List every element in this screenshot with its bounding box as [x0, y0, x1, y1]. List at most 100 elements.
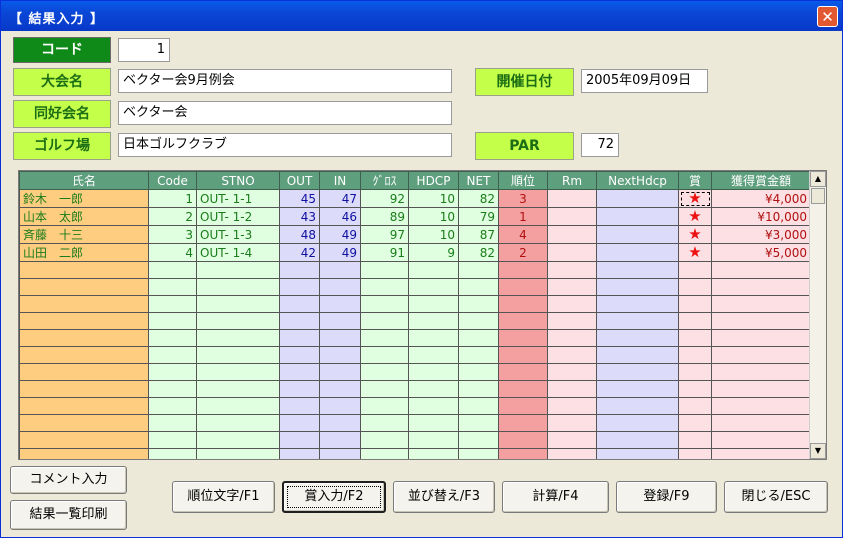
- empty-cell[interactable]: [498, 363, 548, 381]
- empty-cell[interactable]: [279, 329, 320, 347]
- empty-cell[interactable]: [148, 397, 197, 415]
- empty-table-row[interactable]: [19, 278, 811, 296]
- empty-cell[interactable]: [360, 346, 409, 364]
- empty-cell[interactable]: [596, 278, 679, 296]
- cell-net[interactable]: 87: [458, 225, 499, 244]
- empty-cell[interactable]: [360, 295, 409, 313]
- results-grid[interactable]: 氏名 Code STNO OUT IN ｸﾞﾛｽ HDCP NET 順位 Rm NextHdcp 賞獲…: [18, 170, 827, 460]
- empty-cell[interactable]: [19, 346, 149, 364]
- cell-name[interactable]: 山田 二郎: [19, 243, 149, 262]
- par-field[interactable]: 72: [581, 133, 619, 157]
- print-results-button[interactable]: 結果一覧印刷: [10, 500, 127, 530]
- empty-cell[interactable]: [19, 329, 149, 347]
- empty-cell[interactable]: [196, 397, 280, 415]
- empty-cell[interactable]: [711, 278, 811, 296]
- empty-cell[interactable]: [458, 295, 499, 313]
- empty-cell[interactable]: [498, 414, 548, 432]
- grid-header-cell[interactable]: NextHdcp: [596, 171, 679, 190]
- grid-header-cell[interactable]: HDCP: [408, 171, 459, 190]
- empty-cell[interactable]: [408, 295, 459, 313]
- empty-cell[interactable]: [148, 431, 197, 449]
- empty-table-row[interactable]: [19, 295, 811, 313]
- empty-cell[interactable]: [678, 414, 712, 432]
- empty-cell[interactable]: [19, 278, 149, 296]
- empty-cell[interactable]: [498, 312, 548, 330]
- empty-cell[interactable]: [711, 448, 811, 459]
- cell-net[interactable]: 82: [458, 243, 499, 262]
- cell-name[interactable]: 斉藤 十三: [19, 225, 149, 244]
- empty-table-row[interactable]: [19, 329, 811, 347]
- empty-cell[interactable]: [458, 312, 499, 330]
- cell-code[interactable]: 2: [148, 207, 197, 226]
- empty-cell[interactable]: [596, 414, 679, 432]
- empty-cell[interactable]: [458, 278, 499, 296]
- empty-cell[interactable]: [678, 278, 712, 296]
- scroll-up-arrow-icon[interactable]: ▲: [810, 171, 826, 187]
- golf-course-field[interactable]: 日本ゴルフクラブ: [118, 133, 452, 157]
- cell-stno[interactable]: OUT- 1-4: [196, 243, 280, 262]
- empty-cell[interactable]: [360, 380, 409, 398]
- scroll-down-arrow-icon[interactable]: ▼: [810, 443, 826, 459]
- cell-out[interactable]: 45: [279, 189, 320, 208]
- empty-cell[interactable]: [279, 363, 320, 381]
- empty-cell[interactable]: [319, 448, 361, 459]
- empty-cell[interactable]: [19, 380, 149, 398]
- table-row[interactable]: 山本 太郎 2 OUT- 1-2 43 46 89 10 79 1 ★ ¥10,000: [19, 207, 811, 226]
- empty-cell[interactable]: [547, 448, 597, 459]
- empty-cell[interactable]: [148, 380, 197, 398]
- empty-cell[interactable]: [547, 414, 597, 432]
- prize-input-button[interactable]: 賞入力/F2: [282, 481, 386, 513]
- cell-rank[interactable]: 3: [498, 189, 548, 208]
- empty-cell[interactable]: [711, 363, 811, 381]
- empty-cell[interactable]: [319, 312, 361, 330]
- empty-cell[interactable]: [458, 346, 499, 364]
- empty-cell[interactable]: [196, 414, 280, 432]
- cell-stno[interactable]: OUT- 1-1: [196, 189, 280, 208]
- empty-cell[interactable]: [148, 346, 197, 364]
- empty-cell[interactable]: [458, 329, 499, 347]
- empty-cell[interactable]: [498, 346, 548, 364]
- empty-cell[interactable]: [408, 431, 459, 449]
- empty-cell[interactable]: [678, 431, 712, 449]
- empty-table-row[interactable]: [19, 448, 811, 459]
- empty-cell[interactable]: [196, 431, 280, 449]
- empty-cell[interactable]: [196, 278, 280, 296]
- cell-amount[interactable]: ¥5,000: [711, 243, 811, 262]
- empty-cell[interactable]: [498, 261, 548, 279]
- empty-cell[interactable]: [196, 261, 280, 279]
- empty-cell[interactable]: [711, 414, 811, 432]
- empty-cell[interactable]: [711, 397, 811, 415]
- empty-cell[interactable]: [547, 346, 597, 364]
- prize-cell[interactable]: ★: [678, 243, 712, 262]
- empty-table-row[interactable]: [19, 312, 811, 330]
- empty-cell[interactable]: [498, 431, 548, 449]
- empty-cell[interactable]: [196, 312, 280, 330]
- empty-table-row[interactable]: [19, 363, 811, 381]
- cell-rm[interactable]: [547, 225, 597, 244]
- empty-cell[interactable]: [711, 295, 811, 313]
- empty-cell[interactable]: [547, 278, 597, 296]
- empty-cell[interactable]: [196, 346, 280, 364]
- cell-gross[interactable]: 92: [360, 189, 409, 208]
- cell-rank[interactable]: 4: [498, 225, 548, 244]
- empty-cell[interactable]: [498, 448, 548, 459]
- cell-out[interactable]: 42: [279, 243, 320, 262]
- empty-cell[interactable]: [596, 431, 679, 449]
- cell-net[interactable]: 82: [458, 189, 499, 208]
- empty-cell[interactable]: [408, 397, 459, 415]
- cell-amount[interactable]: ¥10,000: [711, 207, 811, 226]
- prize-cell[interactable]: ★: [678, 225, 712, 244]
- empty-cell[interactable]: [596, 346, 679, 364]
- cell-next-hdcp[interactable]: [596, 207, 679, 226]
- empty-cell[interactable]: [319, 261, 361, 279]
- empty-cell[interactable]: [408, 380, 459, 398]
- empty-cell[interactable]: [458, 414, 499, 432]
- cell-rm[interactable]: [547, 189, 597, 208]
- empty-cell[interactable]: [279, 295, 320, 313]
- table-row[interactable]: 斉藤 十三 3 OUT- 1-3 48 49 97 10 87 4 ★ ¥3,000: [19, 225, 811, 244]
- cell-rm[interactable]: [547, 207, 597, 226]
- empty-cell[interactable]: [196, 329, 280, 347]
- empty-cell[interactable]: [408, 278, 459, 296]
- grid-header-cell[interactable]: OUT: [279, 171, 320, 190]
- empty-cell[interactable]: [19, 448, 149, 459]
